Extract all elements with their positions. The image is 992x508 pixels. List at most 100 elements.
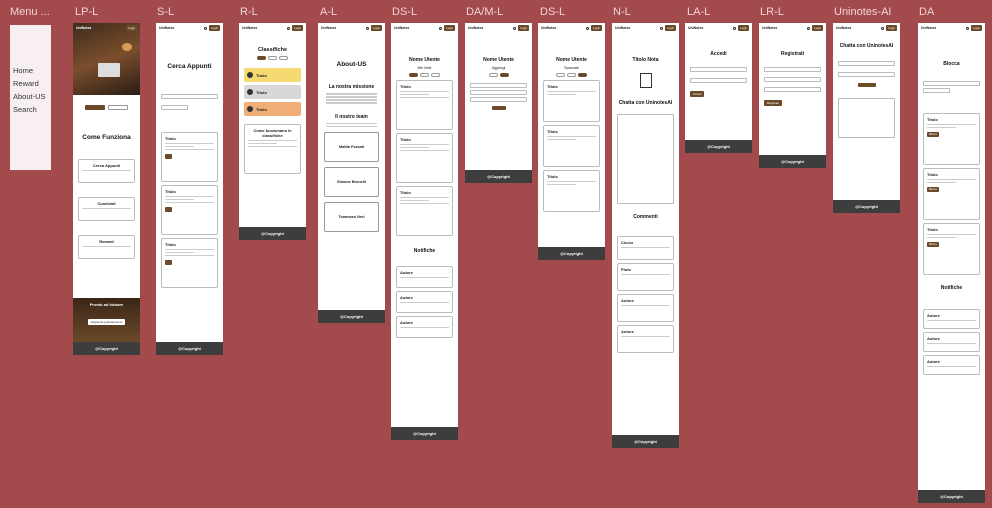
card-title: Titolo xyxy=(547,84,558,89)
note-title: Titolo Nota xyxy=(632,57,659,63)
login-button[interactable]: Login xyxy=(518,25,529,31)
frame-register: UniNotes Login Registrati Registrati @Cop… xyxy=(759,23,826,168)
login-submit-button[interactable]: Accedi xyxy=(690,91,705,97)
card-title: Titolo xyxy=(927,227,938,232)
title-input[interactable] xyxy=(470,83,527,88)
email-field[interactable] xyxy=(764,67,821,72)
copyright: @Copyright xyxy=(178,346,201,351)
about-title: About-US xyxy=(336,61,367,68)
hero-image: UniNotes Login xyxy=(73,23,140,95)
file-input[interactable] xyxy=(838,61,895,66)
rank-3-title: Titolo xyxy=(256,106,267,112)
login-button[interactable]: Login xyxy=(209,25,220,31)
copyright: @Copyright xyxy=(707,144,730,149)
menu-item-home[interactable]: Home xyxy=(13,66,33,75)
ready-heading: Pronto ad Iniziare xyxy=(89,302,124,307)
card-title: Titolo xyxy=(547,174,558,179)
hero-primary-button[interactable] xyxy=(85,105,105,110)
frame-label-a: A-L xyxy=(320,6,338,18)
card-title: Titolo xyxy=(165,136,176,141)
frame-add-note: UniNotes Login Nome Utente Aggiungi @Copy… xyxy=(465,23,532,183)
mission-heading: La nostra missione xyxy=(328,84,375,90)
password-field[interactable] xyxy=(764,87,821,92)
login-button[interactable]: Login xyxy=(371,25,382,31)
register-title: Registrati xyxy=(780,51,805,57)
block-button[interactable]: Blocca xyxy=(927,186,939,192)
add-tab[interactable]: Aggiungi xyxy=(465,66,532,70)
chat-box[interactable] xyxy=(838,98,895,138)
chat-box[interactable] xyxy=(617,114,674,204)
downloads-tab[interactable]: Scaricate xyxy=(538,66,605,70)
notif-author: Autore xyxy=(927,313,940,318)
submit-button[interactable] xyxy=(491,106,506,110)
team-member-3: Tommaso Neri xyxy=(338,215,365,219)
login-button[interactable]: Login xyxy=(738,25,749,31)
frame-label-dam: DA/M-L xyxy=(466,6,504,18)
register-submit-button[interactable]: Registrati xyxy=(764,100,782,106)
copyright: @Copyright xyxy=(487,174,510,179)
frame-dashboard-notes: UniNotes Login Nome Utente Mie Note Titol… xyxy=(391,23,458,440)
comment-author: Autore xyxy=(621,298,634,303)
block-button[interactable]: Blocca xyxy=(927,131,939,137)
frame-ai-chat: UniNotes Login Chatta con UninotesAI @Cop… xyxy=(833,23,900,213)
search-title: Cerca Appunti xyxy=(167,63,212,70)
team-member-1: Mattia Pozzati xyxy=(338,145,365,149)
notifications-heading: Notifiche xyxy=(940,285,963,291)
search-input[interactable] xyxy=(161,94,218,99)
copyright: @Copyright xyxy=(940,494,963,499)
login-button[interactable]: Login xyxy=(292,25,303,31)
card-title: Titolo xyxy=(927,117,938,122)
register-button[interactable]: Registrati gratuitamente xyxy=(87,319,126,325)
username-field[interactable] xyxy=(764,77,821,82)
frame-search: UniNotes Login Cerca Appunti Titolo Titol… xyxy=(156,23,223,355)
rank-2-title: Titolo xyxy=(256,89,267,95)
card-title: Titolo xyxy=(165,189,176,194)
user-name: Nome Utente xyxy=(483,57,514,63)
filter-select[interactable] xyxy=(161,105,188,110)
filter-select[interactable] xyxy=(923,88,950,93)
team-heading: Il nostro team xyxy=(335,113,368,120)
chat-start-button[interactable] xyxy=(857,83,876,87)
frame-rankings: UniNotes Login Classifiche Titolo Titolo … xyxy=(239,23,306,240)
menu-frame: Home Reward About-US Search xyxy=(10,25,51,170)
rankings-how: Come funzionano le classifiche xyxy=(253,128,292,138)
login-button[interactable]: Login xyxy=(665,25,676,31)
frame-login: UniNotes Login Accedi Accedi @Copyright xyxy=(685,23,752,153)
hero-secondary-button[interactable] xyxy=(108,105,128,110)
login-button[interactable]: Login xyxy=(591,25,602,31)
notif-author: Autore xyxy=(400,295,413,300)
file-icon xyxy=(639,73,652,88)
rank-1-title: Titolo xyxy=(256,72,267,78)
block-button[interactable]: Blocca xyxy=(927,241,939,247)
login-button[interactable]: Login xyxy=(886,25,897,31)
course-input[interactable] xyxy=(470,90,527,95)
frame-label-ds1: DS-L xyxy=(392,6,418,18)
how-heading: Come Funziona xyxy=(82,134,131,141)
login-button[interactable]: Login xyxy=(812,25,823,31)
copyright: @Copyright xyxy=(261,231,284,236)
copyright: @Copyright xyxy=(855,204,878,209)
notifications-heading: Notifiche xyxy=(413,248,436,254)
card-title: Titolo xyxy=(547,129,558,134)
frame-note: UniNotes Login Titolo Nota Chatta con Uni… xyxy=(612,23,679,448)
file-input[interactable] xyxy=(470,97,527,102)
search-input[interactable] xyxy=(923,81,980,86)
menu-item-about[interactable]: About-US xyxy=(13,92,46,101)
frame-label-da: DA xyxy=(919,6,935,18)
my-notes-tab[interactable]: Mie Note xyxy=(391,66,458,70)
course-select[interactable] xyxy=(838,72,895,77)
menu-item-reward[interactable]: Reward xyxy=(13,79,39,88)
password-field[interactable] xyxy=(690,78,747,83)
comment-author: Autore xyxy=(621,329,634,334)
frame-label-menu: Menu ... xyxy=(10,6,50,18)
frame-label-ds2: DS-L xyxy=(540,6,566,18)
email-field[interactable] xyxy=(690,67,747,72)
login-button[interactable]: Login xyxy=(126,25,137,31)
frame-label-s: S-L xyxy=(157,6,175,18)
copyright: @Copyright xyxy=(781,159,804,164)
login-button[interactable]: Login xyxy=(971,25,982,31)
menu-item-search[interactable]: Search xyxy=(13,105,37,114)
login-title: Accedi xyxy=(710,51,727,57)
notif-author: Autore xyxy=(400,320,413,325)
login-button[interactable]: Login xyxy=(444,25,455,31)
